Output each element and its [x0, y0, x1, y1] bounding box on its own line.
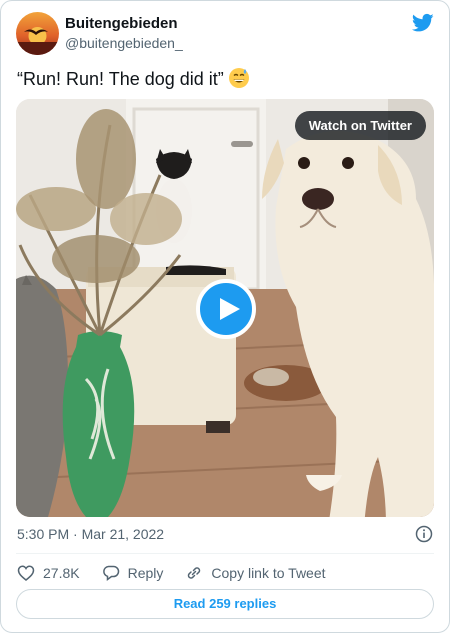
reply-icon: [102, 565, 119, 581]
tweet-timestamp[interactable]: 5:30 PM · Mar 21, 2022: [17, 526, 164, 542]
play-icon: [220, 298, 240, 320]
copy-link-action[interactable]: Copy link to Tweet: [185, 564, 326, 582]
watch-on-twitter-button[interactable]: Watch on Twitter: [294, 111, 426, 140]
author-name[interactable]: Buitengebieden: [65, 15, 178, 32]
link-icon: [188, 567, 201, 579]
avatar[interactable]: [16, 12, 59, 55]
read-replies-button[interactable]: Read 259 replies: [16, 589, 434, 619]
reply-action[interactable]: Reply: [102, 564, 164, 582]
info-icon[interactable]: [415, 525, 433, 543]
divider: [16, 553, 434, 554]
author-handle[interactable]: @buitengebieden_: [65, 35, 183, 51]
play-button[interactable]: [196, 279, 256, 339]
grinning-face-with-sweat-icon: [228, 67, 250, 89]
tweet-card: Buitengebieden @buitengebieden_ “Run! Ru…: [0, 0, 450, 633]
tweet-text-content: “Run! Run! The dog did it”: [17, 69, 224, 89]
like-action[interactable]: 27.8K: [17, 564, 80, 582]
tweet-text: “Run! Run! The dog did it”: [17, 67, 250, 91]
like-count: 27.8K: [43, 565, 80, 581]
twitter-bird-icon[interactable]: [412, 13, 434, 33]
video-media[interactable]: Watch on Twitter: [16, 99, 434, 517]
reply-label: Reply: [127, 565, 164, 581]
heart-icon: [17, 565, 35, 581]
copy-link-label: Copy link to Tweet: [211, 565, 326, 581]
tweet-actions: 27.8K Reply Copy link to Tweet: [17, 563, 348, 583]
